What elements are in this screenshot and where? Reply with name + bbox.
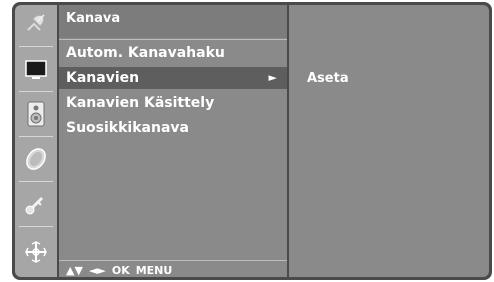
speaker-icon[interactable] (15, 95, 57, 133)
menu-item-suosikkikanava[interactable]: Suosikkikanava (59, 117, 287, 139)
submenu-panel: Aseta (289, 5, 489, 277)
menu-item-label: Kanavien Käsittely (66, 95, 215, 111)
menu-title: Kanava (66, 11, 121, 26)
menu-item-kanavien-kasittely[interactable]: Kanavien Käsittely (59, 92, 287, 114)
left-right-arrows-icon: ◄► (88, 263, 106, 277)
menu-item-label: Kanavien (66, 70, 140, 86)
menu-item-kanavien[interactable]: Kanavien ► (59, 67, 287, 89)
navigation-hints: ▲▼ ◄► OK MENU (66, 263, 172, 277)
settings-cross-icon[interactable] (15, 233, 57, 271)
up-down-arrows-icon: ▲▼ (66, 263, 83, 277)
main-menu-panel: Kanava Autom. Kanavahaku Kanavien ► Kana… (59, 5, 287, 277)
submenu-arrow-icon: ► (268, 71, 277, 84)
clock-icon[interactable] (15, 140, 57, 178)
osd-menu: Kanava Autom. Kanavahaku Kanavien ► Kana… (12, 2, 492, 280)
screen-icon[interactable] (15, 50, 57, 88)
menu-item-label: Autom. Kanavahaku (66, 45, 225, 61)
submenu-item-aseta[interactable]: Aseta (307, 71, 349, 86)
menu-item-label: Suosikkikanava (66, 120, 189, 136)
menu-title-bar: Kanava (59, 5, 287, 38)
satellite-dish-icon[interactable] (15, 5, 57, 43)
menu-item-autom-kanavahaku[interactable]: Autom. Kanavahaku (59, 42, 287, 64)
key-icon[interactable] (15, 185, 57, 223)
icon-column (15, 5, 57, 277)
ok-hint: OK (111, 263, 130, 277)
menu-hint: MENU (135, 263, 173, 277)
